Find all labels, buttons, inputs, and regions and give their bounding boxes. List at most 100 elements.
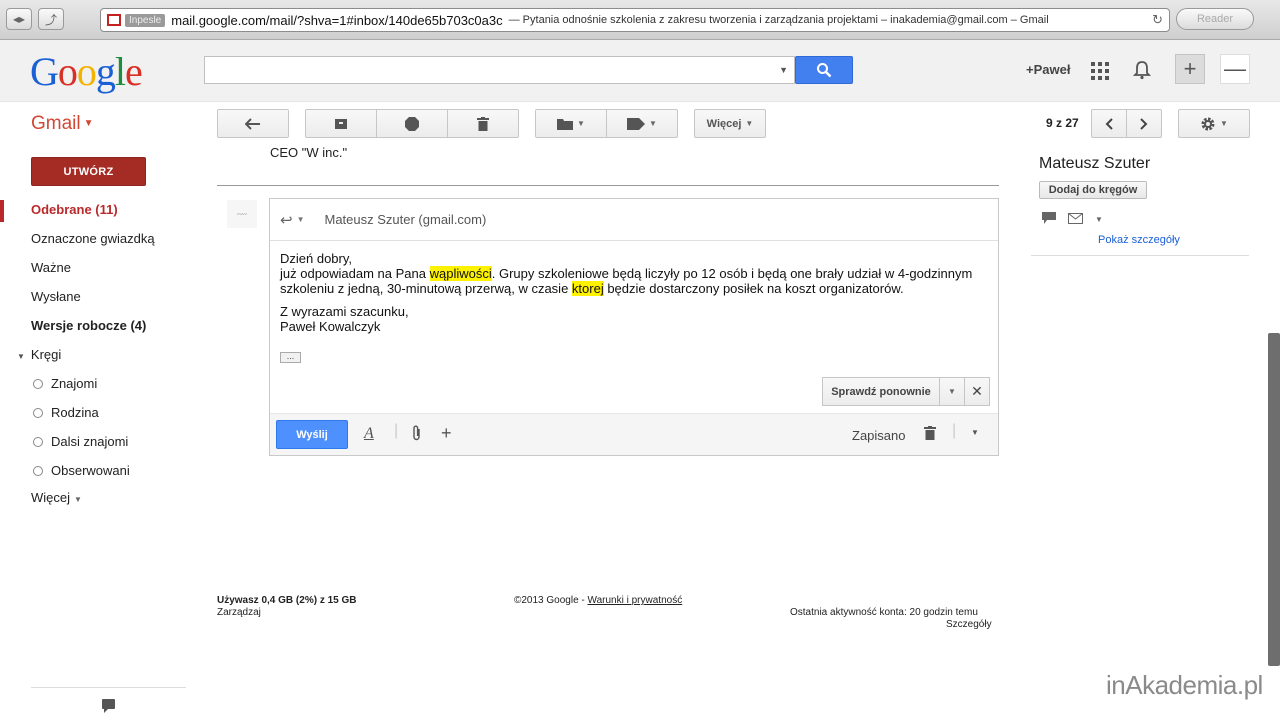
- nav-item-circles[interactable]: ▼ Kręgi: [17, 347, 61, 362]
- body-line-1: już odpowiadam na Pana wąpliwości. Grupy…: [280, 266, 973, 281]
- spellcheck-options-button[interactable]: ▼: [939, 377, 965, 406]
- chevron-down-icon: ▼: [948, 387, 956, 396]
- nav-item-inbox[interactable]: Odebrane (11): [31, 202, 118, 217]
- chevron-left-icon: [1105, 117, 1113, 130]
- compose-button[interactable]: UTWÓRZ: [31, 157, 146, 186]
- email-icon[interactable]: [1068, 212, 1083, 227]
- message-toolbar: Gmail ▼ ▼ ▼ Więcej ▼ 9 z 27 ▼: [0, 103, 1280, 147]
- attachment-icon[interactable]: [412, 425, 422, 446]
- gmail-app-menu[interactable]: Gmail ▼: [31, 113, 94, 135]
- chevron-down-icon[interactable]: ▼: [1095, 215, 1103, 224]
- close-icon[interactable]: ✕: [964, 377, 990, 406]
- back-forward-icon[interactable]: ◂▸: [6, 8, 32, 30]
- chevron-down-icon[interactable]: ▼: [297, 215, 305, 224]
- folder-icon: [557, 118, 574, 130]
- profile-divider: [1031, 255, 1249, 256]
- back-to-inbox-button[interactable]: [217, 109, 289, 138]
- arrow-left-icon: [245, 117, 260, 130]
- terms-link[interactable]: Warunki i prywatność: [588, 595, 683, 606]
- share-icon[interactable]: ⤴: [38, 8, 64, 30]
- archive-icon: [335, 118, 347, 129]
- archive-button[interactable]: [305, 109, 377, 138]
- scrollbar[interactable]: [1268, 333, 1280, 666]
- contact-name: Mateusz Szuter: [1039, 155, 1151, 172]
- manage-storage-link[interactable]: Zarządzaj: [217, 607, 261, 618]
- chevron-down-icon: ▼: [74, 495, 82, 504]
- chevron-down-icon: ▼: [577, 119, 585, 128]
- show-details-link[interactable]: Pokaż szczegóły: [1098, 234, 1180, 246]
- chat-bubble-icon[interactable]: [1042, 212, 1056, 227]
- account-menu-icon[interactable]: —: [1220, 54, 1250, 84]
- reply-recipient[interactable]: Mateusz Szuter (gmail.com): [325, 212, 487, 227]
- reload-icon[interactable]: ↻: [1152, 12, 1163, 28]
- reply-header[interactable]: ↩ ▼ Mateusz Szuter (gmail.com): [270, 199, 998, 241]
- inbox-selected-indicator: [0, 200, 4, 222]
- newer-button[interactable]: [1091, 109, 1127, 138]
- discard-draft-icon[interactable]: [924, 426, 936, 445]
- body-line-2: szkoleniu z jedną, 30-minutową przerwą, …: [280, 281, 904, 296]
- reply-arrow-icon[interactable]: ↩: [280, 211, 293, 229]
- circle-item-following[interactable]: Obserwowani: [33, 463, 130, 478]
- older-button[interactable]: [1126, 109, 1162, 138]
- more-options-chevron-icon[interactable]: ▼: [971, 428, 979, 437]
- send-button[interactable]: Wyślij: [276, 420, 348, 449]
- search-options-chevron-icon[interactable]: ▼: [779, 65, 788, 75]
- toolbar-separator: |: [394, 422, 399, 439]
- insert-more-icon[interactable]: +: [441, 423, 452, 444]
- settings-button[interactable]: ▼: [1178, 109, 1250, 138]
- google-header: Google ▼ +Paweł + —: [0, 40, 1280, 102]
- watermark-logo: inAkademia.pl: [1106, 670, 1263, 700]
- nav-item-starred[interactable]: Oznaczone gwiazdką: [31, 231, 155, 246]
- add-to-circles-button[interactable]: Dodaj do kręgów: [1039, 181, 1147, 199]
- message-divider: [217, 185, 999, 186]
- gear-icon: [1201, 117, 1215, 130]
- report-spam-button[interactable]: [376, 109, 448, 138]
- spelling-highlight[interactable]: wąpliwości: [429, 266, 492, 281]
- reply-body-editor[interactable]: Dzień dobry, już odpowiadam na Pana wąpl…: [280, 251, 990, 334]
- delete-button[interactable]: [447, 109, 519, 138]
- browser-chrome: ◂▸ ⤴ Inpesle mail.google.com/mail/?shva=…: [0, 0, 1280, 40]
- circle-ring-icon: [33, 436, 43, 447]
- formatting-icon[interactable]: A: [364, 425, 374, 443]
- apps-grid-icon[interactable]: [1091, 62, 1109, 80]
- message-pager: 9 z 27: [1046, 116, 1079, 130]
- labels-button[interactable]: ▼: [606, 109, 678, 138]
- address-bar[interactable]: Inpesle mail.google.com/mail/?shva=1#inb…: [100, 8, 1170, 32]
- nav-item-drafts[interactable]: Wersje robocze (4): [31, 318, 146, 333]
- nav-item-important[interactable]: Ważne: [31, 260, 71, 275]
- circle-item-acquaintances[interactable]: Dalsi znajomi: [33, 434, 128, 449]
- spelling-highlight[interactable]: ktorej: [571, 281, 604, 296]
- chat-icon[interactable]: [102, 699, 115, 713]
- more-actions-button[interactable]: Więcej ▼: [694, 109, 766, 138]
- nav-item-more[interactable]: Więcej ▼: [31, 490, 82, 505]
- chevron-down-icon: ▼: [649, 119, 657, 128]
- greeting-line: Dzień dobry,: [280, 251, 353, 266]
- spellcheck-group: Sprawdź ponownie ▼ ✕: [822, 377, 990, 406]
- share-plus-icon[interactable]: +: [1175, 54, 1205, 84]
- circle-item-family[interactable]: Rodzina: [33, 405, 99, 420]
- previous-message-signature: CEO "W inc.": [270, 145, 348, 160]
- plus-user-link[interactable]: +Paweł: [1026, 62, 1070, 77]
- avatar: 〰〰: [227, 200, 257, 228]
- spellcheck-recheck-button[interactable]: Sprawdź ponownie: [822, 377, 940, 406]
- notifications-bell-icon[interactable]: [1132, 60, 1152, 83]
- activity-details-link[interactable]: Szczegóły: [946, 619, 992, 630]
- nav-divider: [31, 687, 186, 688]
- google-logo[interactable]: Google: [30, 48, 143, 95]
- chevron-right-icon: [1140, 117, 1148, 130]
- chevron-down-icon: ▼: [17, 352, 25, 361]
- chevron-down-icon: ▼: [1220, 119, 1228, 128]
- circle-item-friends[interactable]: Znajomi: [33, 376, 97, 391]
- circle-ring-icon: [33, 378, 43, 389]
- search-input[interactable]: ▼: [204, 56, 795, 84]
- action-button-group: [305, 109, 519, 138]
- move-label-group: ▼ ▼: [535, 109, 678, 138]
- move-to-button[interactable]: ▼: [535, 109, 607, 138]
- reader-button[interactable]: Reader: [1176, 8, 1254, 30]
- chevron-down-icon: ▼: [83, 118, 94, 130]
- show-trimmed-content-button[interactable]: ...: [280, 352, 301, 363]
- search-button[interactable]: [795, 56, 853, 84]
- copyright-line: ©2013 Google - Warunki i prywatność: [514, 595, 683, 606]
- nav-item-sent[interactable]: Wysłane: [31, 289, 81, 304]
- search-icon: [817, 63, 832, 78]
